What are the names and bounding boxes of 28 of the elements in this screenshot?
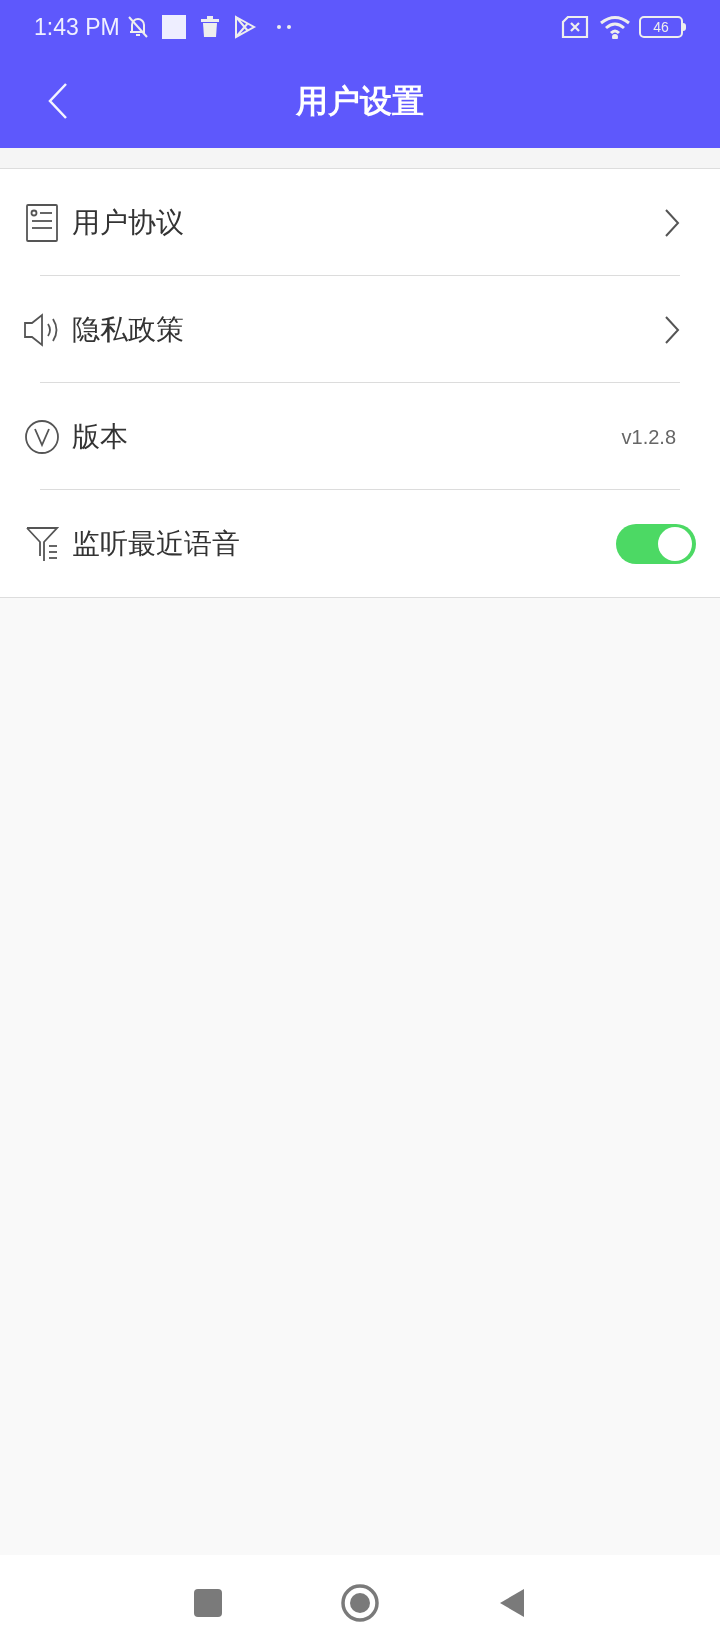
battery-level: 46	[653, 20, 669, 34]
status-time: 1:43 PM	[34, 12, 120, 42]
toggle-switch[interactable]	[616, 523, 696, 564]
settings-row[interactable]: 监听最近语音	[0, 490, 720, 597]
setting-label: 隐私政策	[72, 312, 185, 347]
version-icon	[24, 418, 60, 455]
version-number: v1.2.8	[621, 424, 676, 450]
wifi-icon	[599, 15, 631, 39]
square-icon	[161, 15, 186, 39]
document-icon	[25, 203, 59, 242]
more-dots-icon	[275, 24, 292, 30]
sim-error-icon	[561, 16, 589, 38]
play-store-icon	[233, 15, 256, 39]
chevron-right-icon	[664, 207, 680, 238]
recents-button[interactable]	[194, 1588, 222, 1617]
page-title: 用户设置	[296, 82, 424, 121]
settings-row[interactable]: 隐私政策	[0, 276, 720, 383]
back-button[interactable]	[498, 1586, 526, 1619]
settings-row[interactable]: 版本 v1.2.8	[0, 383, 720, 490]
setting-label: 用户协议	[72, 205, 185, 240]
trash-icon	[199, 16, 220, 38]
filter-icon	[25, 525, 59, 562]
back-icon[interactable]	[48, 82, 68, 120]
settings-row[interactable]: 用户协议	[0, 169, 720, 276]
home-button[interactable]	[340, 1582, 380, 1623]
chevron-right-icon	[664, 314, 680, 345]
setting-label: 监听最近语音	[72, 526, 241, 561]
setting-label: 版本	[72, 419, 129, 454]
